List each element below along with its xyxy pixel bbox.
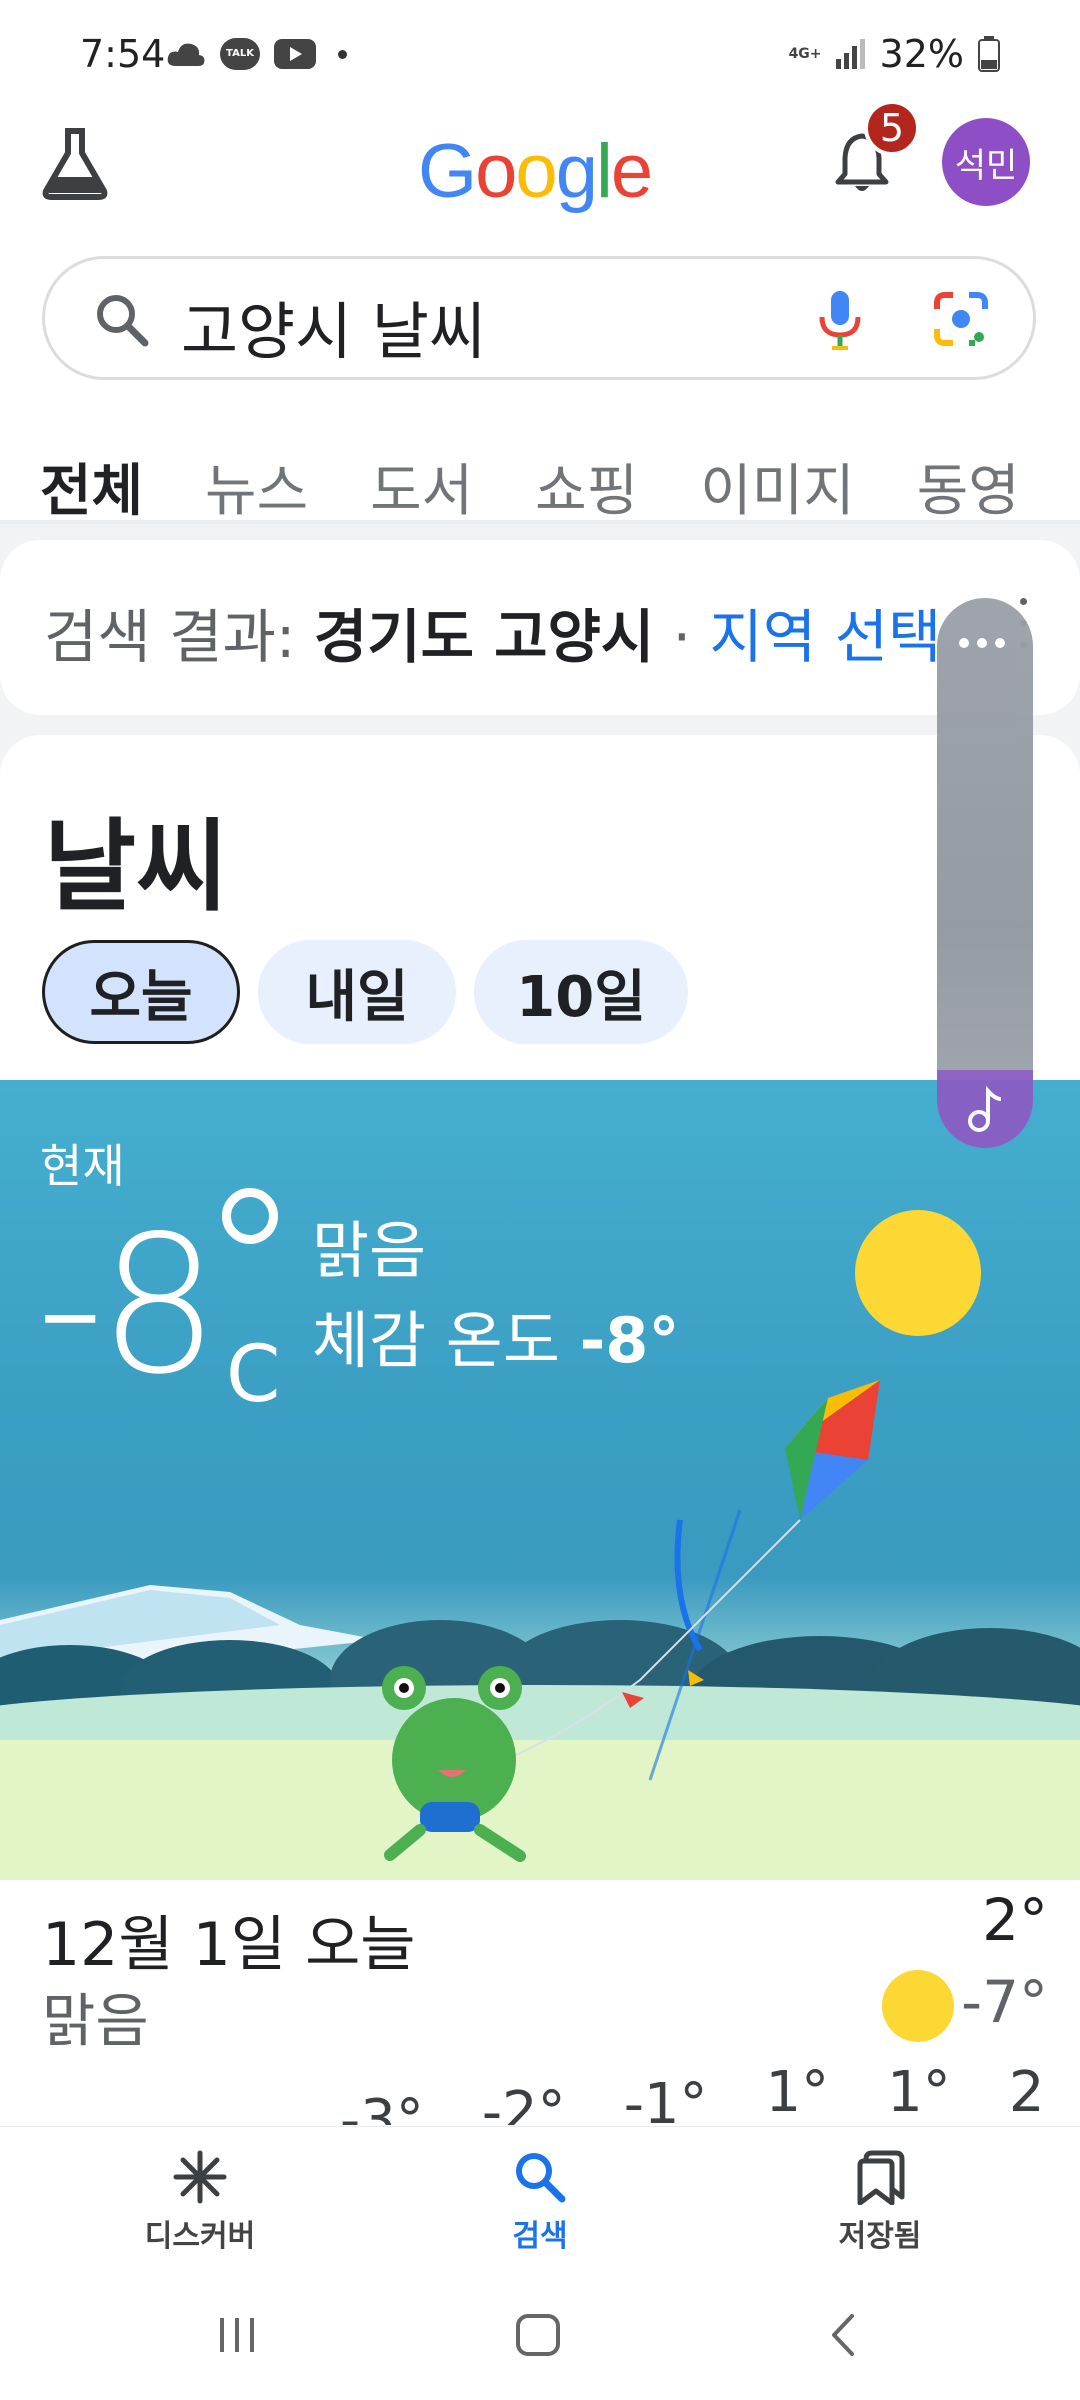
hourly-temperatures: -3° -2° -1° 1° 1° 2 <box>340 2060 1044 2125</box>
location-card: 검색 결과: 경기도 고양시 · 지역 선택 <box>0 540 1080 715</box>
signal-icon <box>835 39 865 69</box>
account-avatar[interactable]: 석민 <box>942 118 1030 206</box>
feels-like-label: 체감 온도 <box>312 1304 580 1377</box>
system-navigation-bar <box>0 2280 1080 2400</box>
location-line: 검색 결과: 경기도 고양시 · 지역 선택 <box>44 590 941 674</box>
current-temperature: -8 <box>36 1195 219 1416</box>
sun-icon <box>855 1210 981 1336</box>
status-notification-icons: TALK <box>166 38 347 70</box>
location-prefix: 검색 결과: <box>44 603 314 671</box>
search-tabs: 전체 뉴스 도서 쇼핑 이미지 동영 <box>40 446 1020 524</box>
nav-search-label: 검색 <box>512 2219 568 2254</box>
tab-shopping[interactable]: 쇼핑 <box>535 446 638 524</box>
chip-tomorrow[interactable]: 내일 <box>258 940 456 1044</box>
feels-like-value: -8° <box>579 1304 680 1377</box>
hourly-temp: 1° <box>887 2060 951 2125</box>
chip-today[interactable]: 오늘 <box>42 940 240 1044</box>
status-time: 7:54 <box>80 32 166 76</box>
weather-card: 날씨 오늘 내일 10일 현재 -8 C 맑음 체감 온도 -8° 12월 1일… <box>0 735 1080 2125</box>
degree-symbol <box>222 1188 278 1244</box>
location-place: 경기도 고양시 <box>313 603 655 671</box>
battery-percent: 32% <box>879 32 964 76</box>
nav-search[interactable]: 검색 <box>440 2149 640 2255</box>
search-nav-icon <box>516 2153 566 2203</box>
youtube-icon <box>274 39 316 69</box>
hourly-temp: -3° <box>340 2088 424 2125</box>
network-type: 4G+ <box>788 46 822 62</box>
voice-search-mic-icon[interactable] <box>815 289 865 351</box>
talk-icon: TALK <box>220 38 260 70</box>
google-logo: Google <box>418 129 653 214</box>
tab-images[interactable]: 이미지 <box>700 446 855 524</box>
chip-10-day[interactable]: 10일 <box>474 940 688 1044</box>
cloud-icon <box>167 43 205 66</box>
choose-region-link[interactable]: 지역 선택 <box>710 603 942 671</box>
nav-saved[interactable]: 저장됨 <box>780 2149 980 2255</box>
search-results-page: 7:54 TALK 4G+ 32% Google 5 석민 고양시 날씨 전체 … <box>0 0 1080 2400</box>
current-condition: 맑음 <box>312 1214 427 1287</box>
feels-like: 체감 온도 -8° <box>312 1290 679 1380</box>
battery-icon <box>978 36 1000 72</box>
tab-all[interactable]: 전체 <box>40 446 143 524</box>
panel-menu-dots-icon[interactable] <box>959 638 1005 648</box>
hourly-temp: -1° <box>623 2072 708 2125</box>
nav-saved-label: 저장됨 <box>838 2219 922 2254</box>
notification-count-badge: 5 <box>864 100 920 156</box>
saved-bookmarks-icon <box>857 2150 905 2205</box>
hourly-temp: 2 <box>1008 2060 1045 2125</box>
tab-books[interactable]: 도서 <box>370 446 473 524</box>
nav-discover[interactable]: 디스커버 <box>100 2149 300 2255</box>
search-box[interactable]: 고양시 날씨 <box>42 256 1036 380</box>
hourly-temp: 1° <box>765 2060 830 2125</box>
floating-edge-panel[interactable] <box>937 598 1033 1148</box>
low-temperature: -7° <box>961 1968 1048 2036</box>
weather-day-chips: 오늘 내일 10일 <box>42 940 688 1044</box>
bottom-navigation: 디스커버 검색 저장됨 <box>0 2126 1080 2281</box>
tab-videos[interactable]: 동영 <box>917 446 1020 524</box>
today-condition: 맑음 <box>42 1987 149 2055</box>
location-separator: · <box>654 603 710 671</box>
search-query-text[interactable]: 고양시 날씨 <box>181 281 486 371</box>
recent-apps-icon[interactable] <box>212 2310 262 2360</box>
weather-title: 날씨 <box>44 808 228 925</box>
search-icon <box>97 295 149 347</box>
status-bar: 7:54 TALK 4G+ 32% <box>0 0 1080 110</box>
current-label: 현재 <box>40 1139 125 1193</box>
discover-asterisk-icon <box>173 2150 227 2204</box>
temperature-unit: C <box>226 1330 281 1420</box>
tab-news[interactable]: 뉴스 <box>205 446 308 524</box>
more-notifications-dot <box>338 49 347 59</box>
weather-illustration: 현재 -8 C 맑음 체감 온도 -8° <box>0 1080 1080 1880</box>
today-summary: 12월 1일 오늘 맑음 2° -7° -3° -2° -1° 1° 1° 2 <box>0 1880 1080 2125</box>
hourly-temp: -2° <box>481 2080 566 2125</box>
google-lens-icon[interactable] <box>933 291 989 347</box>
home-icon[interactable] <box>512 2310 566 2360</box>
high-temperature: 2° <box>982 1886 1048 1954</box>
status-right: 4G+ 32% <box>789 32 1000 76</box>
labs-flask-icon[interactable] <box>40 125 110 200</box>
today-sun-icon <box>882 1970 954 2042</box>
back-icon[interactable] <box>818 2310 868 2360</box>
today-date: 12월 1일 오늘 <box>42 1910 416 1980</box>
nav-discover-label: 디스커버 <box>144 2219 256 2254</box>
